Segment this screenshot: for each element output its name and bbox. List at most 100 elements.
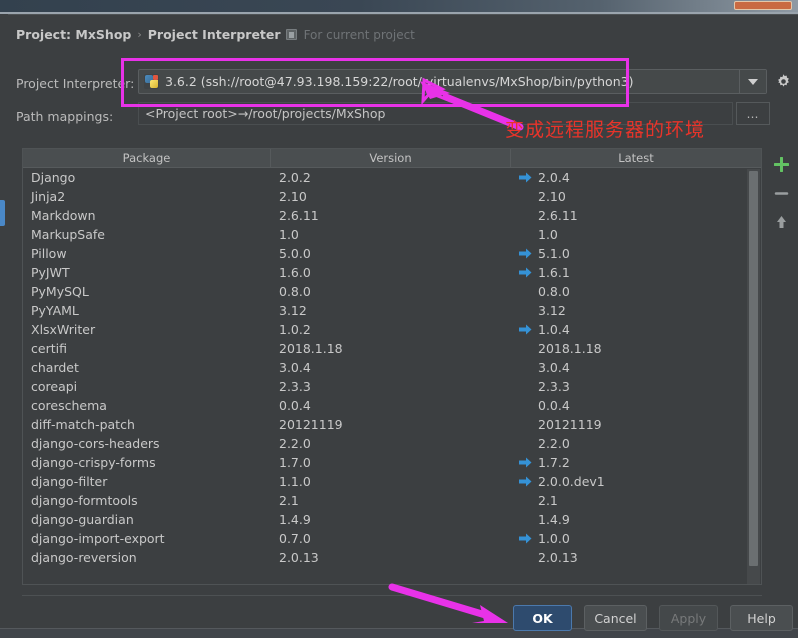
table-row[interactable]: django-formtools 2.1 2.1 (23, 491, 761, 510)
table-row[interactable]: Markdown 2.6.11 2.6.11 (23, 206, 761, 225)
cell-latest: 2.3.3 (511, 379, 761, 394)
ok-button[interactable]: OK (513, 605, 572, 631)
cell-version: 2.6.11 (279, 208, 319, 223)
cell-version: 3.0.4 (279, 360, 311, 375)
table-row[interactable]: django-reversion 2.0.13 2.0.13 (23, 548, 761, 567)
cell-version: 2.0.13 (279, 550, 319, 565)
packages-table[interactable]: Package Version Latest Django 2.0.2 2.0.4 J… (22, 148, 762, 585)
table-row[interactable]: diff-match-patch 20121119 20121119 (23, 415, 761, 434)
cell-package: coreschema (31, 398, 107, 413)
breadcrumb-scope-label: For current project (303, 27, 415, 42)
table-row[interactable]: XlsxWriter 1.0.2 1.0.4 (23, 320, 761, 339)
cell-version: 1.4.9 (279, 512, 311, 527)
cell-latest: 1.0.0 (511, 531, 761, 546)
cell-latest-text: 2.2.0 (538, 436, 570, 451)
cell-package: django-formtools (31, 493, 138, 508)
cell-latest-text: 2.10 (538, 189, 566, 204)
dialog-button-bar: 上传完成后点“ok” OK Cancel Apply Help (8, 583, 798, 638)
cell-package: XlsxWriter (31, 322, 96, 337)
cell-latest: 2.6.11 (511, 208, 761, 223)
path-mappings-browse-button[interactable]: … (736, 102, 770, 125)
path-mappings-label: Path mappings: (16, 109, 114, 124)
cell-package: MarkupSafe (31, 227, 105, 242)
cell-latest: 2.0.13 (511, 550, 761, 565)
table-row[interactable]: django-crispy-forms 1.7.0 1.7.2 (23, 453, 761, 472)
breadcrumb-project[interactable]: Project: MxShop (16, 27, 131, 42)
cell-latest: 3.0.4 (511, 360, 761, 375)
cell-latest: 5.1.0 (511, 246, 761, 261)
cell-latest-text: 2018.1.18 (538, 341, 602, 356)
interpreter-value-field[interactable]: 3.6.2 (ssh://root@47.93.198.159:22/root/… (139, 70, 740, 93)
annotation-remote-env: 变成远程服务器的环境 (505, 119, 706, 141)
table-row[interactable]: django-filter 1.1.0 2.0.0.dev1 (23, 472, 761, 491)
cell-version: 2.3.3 (279, 379, 311, 394)
vertical-scrollbar[interactable] (747, 169, 760, 584)
cell-latest: 1.0.4 (511, 322, 761, 337)
cell-latest: 2.0.4 (511, 170, 761, 185)
cell-package: Django (31, 170, 76, 185)
table-row[interactable]: Django 2.0.2 2.0.4 (23, 168, 761, 187)
breadcrumb-separator-icon: › (137, 28, 142, 41)
cell-version: 1.0.2 (279, 322, 311, 337)
cell-latest-text: 3.0.4 (538, 360, 570, 375)
vertical-scrollbar-thumb[interactable] (749, 171, 758, 566)
table-row[interactable]: django-import-export 0.7.0 1.0.0 (23, 529, 761, 548)
cell-latest-text: 1.7.2 (538, 455, 570, 470)
table-row[interactable]: django-guardian 1.4.9 1.4.9 (23, 510, 761, 529)
cell-version: 1.1.0 (279, 474, 311, 489)
column-header-latest[interactable]: Latest (511, 149, 761, 167)
cell-package: Markdown (31, 208, 96, 223)
cell-latest-text: 1.0.4 (538, 322, 570, 337)
table-row[interactable]: coreapi 2.3.3 2.3.3 (23, 377, 761, 396)
cell-latest: 1.4.9 (511, 512, 761, 527)
cell-version: 0.7.0 (279, 531, 311, 546)
breadcrumb-section[interactable]: Project Interpreter (148, 27, 281, 42)
table-row[interactable]: Pillow 5.0.0 5.1.0 (23, 244, 761, 263)
table-row[interactable]: Jinja2 2.10 2.10 (23, 187, 761, 206)
cell-version: 5.0.0 (279, 246, 311, 261)
cell-latest: 0.0.4 (511, 398, 761, 413)
table-header-row: Package Version Latest (23, 149, 761, 168)
cell-latest: 1.7.2 (511, 455, 761, 470)
cell-latest-text: 2.6.11 (538, 208, 578, 223)
cell-latest: 1.6.1 (511, 265, 761, 280)
cell-latest-text: 1.0 (538, 227, 558, 242)
cell-latest-text: 2.3.3 (538, 379, 570, 394)
cell-latest-text: 2.0.13 (538, 550, 578, 565)
plus-icon[interactable] (770, 153, 792, 175)
table-row[interactable]: PyJWT 1.6.0 1.6.1 (23, 263, 761, 282)
cell-package: PyMySQL (31, 284, 89, 299)
table-row[interactable]: PyMySQL 0.8.0 0.8.0 (23, 282, 761, 301)
column-header-package[interactable]: Package (23, 149, 271, 167)
cell-version: 2.2.0 (279, 436, 311, 451)
chevron-down-icon[interactable] (740, 70, 766, 93)
apply-button: Apply (659, 605, 718, 631)
arrow-up-icon[interactable] (770, 211, 792, 233)
column-header-version[interactable]: Version (271, 149, 511, 167)
table-row[interactable]: chardet 3.0.4 3.0.4 (23, 358, 761, 377)
cell-package: chardet (31, 360, 79, 375)
cell-package: PyYAML (31, 303, 79, 318)
cell-package: django-cors-headers (31, 436, 160, 451)
cell-latest: 1.0 (511, 227, 761, 242)
table-row[interactable]: coreschema 0.0.4 0.0.4 (23, 396, 761, 415)
cell-latest: 2.0.0.dev1 (511, 474, 761, 489)
cell-latest-text: 2.0.0.dev1 (538, 474, 605, 489)
cell-package: Jinja2 (31, 189, 66, 204)
gear-icon[interactable] (771, 69, 796, 94)
upgrade-available-icon (519, 533, 532, 544)
minus-icon[interactable] (770, 182, 792, 204)
interpreter-combobox[interactable]: 3.6.2 (ssh://root@47.93.198.159:22/root/… (138, 69, 767, 94)
table-row[interactable]: MarkupSafe 1.0 1.0 (23, 225, 761, 244)
python-remote-icon (144, 74, 159, 89)
upgrade-available-icon (519, 457, 532, 468)
cancel-button[interactable]: Cancel (584, 605, 647, 631)
annotation-arrow-ok (388, 583, 508, 623)
table-row[interactable]: PyYAML 3.12 3.12 (23, 301, 761, 320)
cell-package: coreapi (31, 379, 78, 394)
table-body[interactable]: Django 2.0.2 2.0.4 Jinja2 2.10 2.10 Markdown 2.… (23, 168, 761, 584)
help-button[interactable]: Help (730, 605, 793, 631)
table-row[interactable]: certifi 2018.1.18 2018.1.18 (23, 339, 761, 358)
left-edge-marker (0, 200, 5, 226)
table-row[interactable]: django-cors-headers 2.2.0 2.2.0 (23, 434, 761, 453)
